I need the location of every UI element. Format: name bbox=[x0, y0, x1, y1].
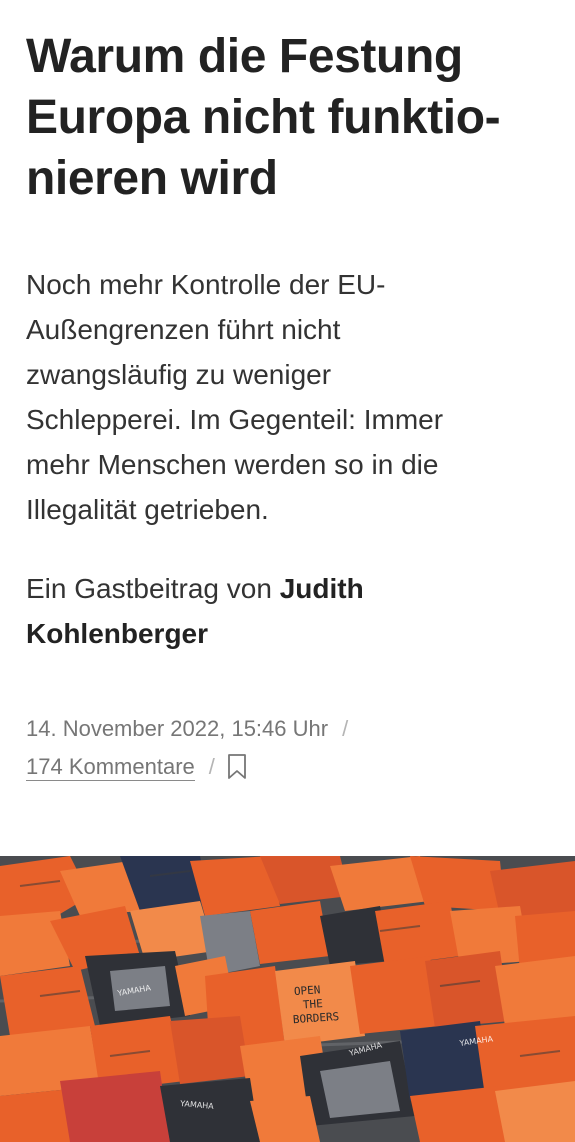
vest-text-1: OPEN bbox=[294, 983, 321, 998]
article-headline[interactable]: Warum die Festung Europa nicht funktio- … bbox=[26, 26, 556, 209]
teaser-line-2: Außengrenzen führt nicht bbox=[26, 314, 341, 345]
vest-text-2: THE bbox=[302, 997, 323, 1011]
headline-line-2: Europa nicht funktio- bbox=[26, 91, 501, 144]
life-jackets bbox=[0, 856, 575, 1142]
bookmark-icon[interactable] bbox=[227, 753, 247, 781]
byline-author-last[interactable]: Kohlenberger bbox=[26, 618, 208, 649]
publish-date: 14. November 2022, 15:46 Uhr bbox=[26, 716, 329, 741]
meta-separator: / bbox=[208, 754, 215, 779]
hero-image[interactable]: OPEN THE BORDERS YAMAHA YAMAHA YAMAHA YA… bbox=[0, 856, 575, 1142]
article-teaser: Noch mehr Kontrolle der EU- Außengrenzen… bbox=[26, 262, 556, 532]
life-jackets-photo: OPEN THE BORDERS YAMAHA YAMAHA YAMAHA YA… bbox=[0, 856, 575, 1142]
teaser-line-1: Noch mehr Kontrolle der EU- bbox=[26, 269, 386, 300]
byline-prefix: Ein Gastbeitrag von bbox=[26, 573, 280, 604]
article-byline: Ein Gastbeitrag von Judith Kohlenberger bbox=[26, 566, 556, 656]
meta-row-date: 14. November 2022, 15:46 Uhr / bbox=[26, 710, 556, 748]
headline-line-3: nieren wird bbox=[26, 152, 278, 205]
teaser-line-6: Illegalität getrieben. bbox=[26, 494, 269, 525]
meta-separator: / bbox=[342, 716, 349, 741]
headline-line-1: Warum die Festung bbox=[26, 30, 463, 83]
bookmark-icon-glyph bbox=[227, 754, 246, 779]
byline-author-first[interactable]: Judith bbox=[280, 573, 364, 604]
meta-row-comments: 174 Kommentare / bbox=[26, 748, 556, 786]
teaser-line-3: zwangsläufig zu weniger bbox=[26, 359, 332, 390]
article-meta: 14. November 2022, 15:46 Uhr / 174 Komme… bbox=[26, 710, 556, 786]
teaser-line-5: mehr Menschen werden so in die bbox=[26, 449, 439, 480]
comments-link[interactable]: 174 Kommentare bbox=[26, 754, 195, 781]
teaser-line-4: Schlepperei. Im Gegenteil: Immer bbox=[26, 404, 444, 435]
